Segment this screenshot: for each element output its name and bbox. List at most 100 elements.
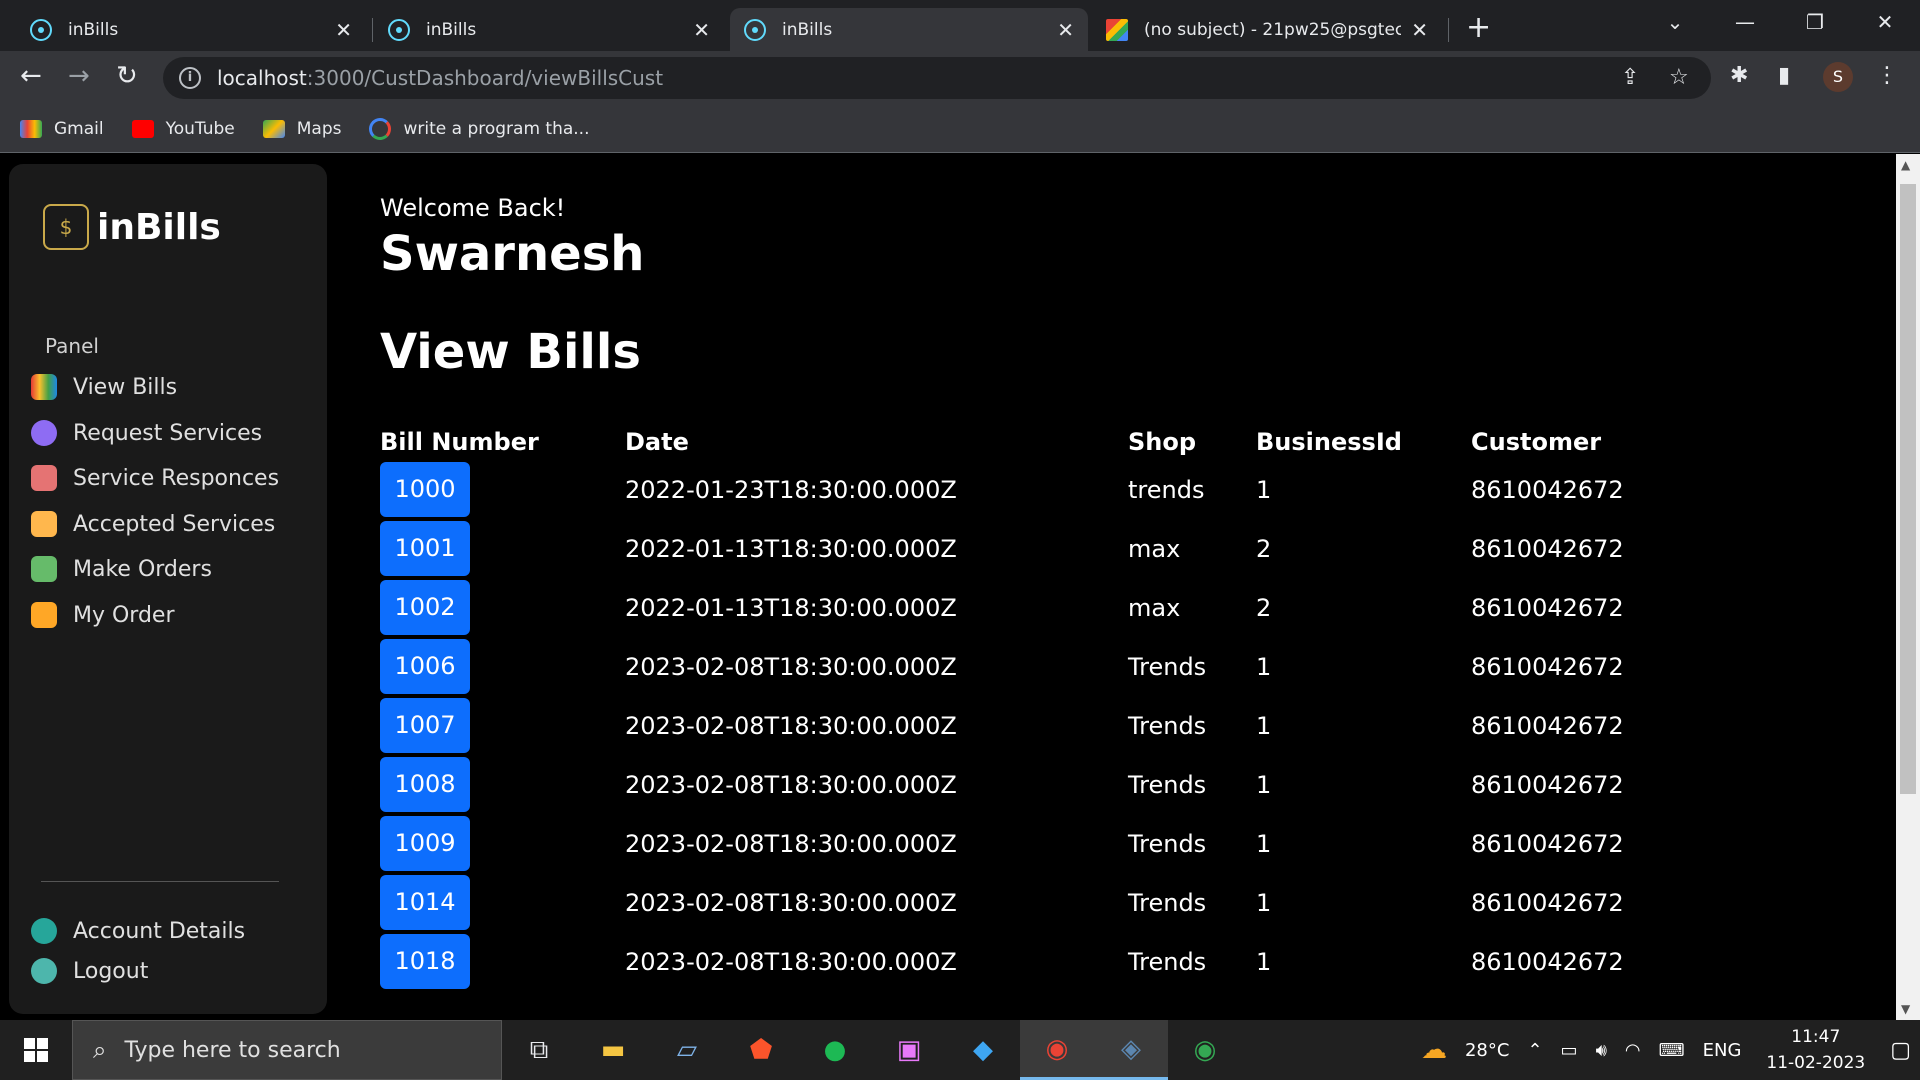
browser-tab-active[interactable]: inBills ✕ <box>730 8 1088 51</box>
window-close-icon[interactable]: ✕ <box>1850 0 1920 46</box>
bill-number-button[interactable]: 1000 <box>380 462 470 517</box>
taskbar-search[interactable]: ⌕ Type here to search <box>72 1020 502 1080</box>
mysql-workbench-icon[interactable]: ◈ <box>1094 1020 1168 1080</box>
page-scrollbar[interactable]: ▲ ▼ <box>1896 154 1920 1020</box>
bookmark-gmail[interactable]: Gmail <box>20 119 104 139</box>
scrollbar-thumb[interactable] <box>1900 184 1916 794</box>
order-icon <box>31 556 57 582</box>
close-tab-icon[interactable]: ✕ <box>693 18 710 42</box>
handshake-icon <box>31 511 57 537</box>
app-logo[interactable]: $ inBills <box>43 204 221 250</box>
table-row: 1014 2023-02-08T18:30:00.000Z Trends 1 86100… <box>380 873 1671 932</box>
customer-cell: 8610042672 <box>1471 947 1624 976</box>
scroll-up-icon[interactable]: ▲ <box>1901 158 1910 172</box>
weather-icon[interactable]: ☁ <box>1421 1035 1447 1065</box>
start-button[interactable] <box>0 1020 72 1080</box>
file-explorer-icon[interactable]: ▬ <box>576 1020 650 1080</box>
nav-logout[interactable]: Logout <box>31 958 148 984</box>
chrome-profile-icon[interactable]: ◉ <box>1168 1020 1242 1080</box>
keyboard-icon[interactable]: ⌨ <box>1659 1040 1685 1061</box>
search-icon: ⌕ <box>93 1036 107 1064</box>
bill-number-button[interactable]: 1014 <box>380 875 470 930</box>
chrome-icon[interactable]: ◉ <box>1020 1020 1094 1080</box>
vscode-icon[interactable]: ◆ <box>946 1020 1020 1080</box>
column-header: Shop <box>1128 428 1197 456</box>
back-icon[interactable]: ← <box>20 61 42 91</box>
terminal-icon[interactable]: ▣ <box>872 1020 946 1080</box>
bookmark-label: YouTube <box>165 118 235 139</box>
nav-account-details[interactable]: Account Details <box>31 918 245 944</box>
browser-tab[interactable]: (no subject) - 21pw25@psgtech.a ✕ <box>1092 8 1442 51</box>
column-header: Date <box>625 428 689 456</box>
side-panel-icon[interactable]: ▮ <box>1778 63 1790 88</box>
bill-number-button[interactable]: 1002 <box>380 580 470 635</box>
battery-icon[interactable]: ▭ <box>1561 1040 1578 1061</box>
close-tab-icon[interactable]: ✕ <box>1411 18 1428 42</box>
browser-tab[interactable]: inBills ✕ <box>374 8 724 51</box>
share-icon[interactable]: ⇪ <box>1621 65 1639 90</box>
clock[interactable]: 11:47 11-02-2023 <box>1766 1024 1865 1076</box>
business-id-cell: 1 <box>1256 711 1272 740</box>
reload-icon[interactable]: ↻ <box>116 61 138 91</box>
clock-date: 11-02-2023 <box>1766 1053 1866 1073</box>
bill-number-button[interactable]: 1018 <box>380 934 470 989</box>
bookmark-maps[interactable]: Maps <box>262 119 341 139</box>
forward-icon[interactable]: → <box>68 61 90 91</box>
nav-label: Accepted Services <box>73 511 276 537</box>
scroll-down-icon[interactable]: ▼ <box>1901 1002 1910 1016</box>
shop-cell: max <box>1128 534 1181 563</box>
language-indicator[interactable]: ENG <box>1703 1040 1742 1061</box>
laptop-app-icon[interactable]: ▱ <box>650 1020 724 1080</box>
weather-temp[interactable]: 28°C <box>1465 1040 1509 1061</box>
extensions-icon[interactable]: ✱ <box>1730 63 1748 88</box>
bill-number-button[interactable]: 1009 <box>380 816 470 871</box>
gmail-favicon-icon <box>1106 18 1128 41</box>
profile-avatar[interactable]: S <box>1823 62 1853 92</box>
close-tab-icon[interactable]: ✕ <box>335 18 352 42</box>
nav-my-order[interactable]: My Order <box>31 602 175 628</box>
task-view-icon[interactable]: ⧉ <box>502 1020 576 1080</box>
bookmark-label: Gmail <box>54 118 104 139</box>
network-icon[interactable]: ◠ <box>1625 1040 1641 1061</box>
tab-search-icon[interactable]: ⌄ <box>1640 0 1710 46</box>
nav-accepted-services[interactable]: Accepted Services <box>31 511 275 537</box>
minimize-icon[interactable]: — <box>1710 0 1780 46</box>
bill-number-cell: 1008 <box>380 755 625 814</box>
nav-service-responces[interactable]: Service Responces <box>31 465 279 491</box>
notifications-icon[interactable]: ▢ <box>1890 1038 1911 1063</box>
customer-cell: 8610042672 <box>1471 593 1624 622</box>
sidebar-divider <box>41 881 279 882</box>
business-id-cell: 1 <box>1256 475 1272 504</box>
bookmark-star-icon[interactable]: ☆ <box>1669 65 1689 90</box>
shop-cell: Trends <box>1128 711 1207 740</box>
browser-tab[interactable]: inBills ✕ <box>16 8 366 51</box>
nav-view-bills[interactable]: View Bills <box>31 374 177 400</box>
business-id-cell: 2 <box>1256 593 1272 622</box>
business-id-cell: 1 <box>1256 947 1272 976</box>
address-bar[interactable]: i localhost:3000/CustDashboard/viewBills… <box>163 57 1711 99</box>
site-info-icon[interactable]: i <box>179 67 201 89</box>
business-id-cell: 1 <box>1256 652 1272 681</box>
volume-icon[interactable]: 🔊︎ <box>1596 1040 1607 1061</box>
restore-icon[interactable]: ❐ <box>1780 0 1850 46</box>
bookmark-label: write a program tha... <box>403 118 590 139</box>
tray-overflow-icon[interactable]: ⌃ <box>1527 1040 1542 1061</box>
bookmark-google[interactable]: write a program tha... <box>369 117 590 140</box>
brave-icon[interactable]: ⬟ <box>724 1020 798 1080</box>
welcome-text: Welcome Back! <box>380 194 566 222</box>
bill-number-button[interactable]: 1001 <box>380 521 470 576</box>
table-header-row: Bill Number Date Shop BusinessId Custome… <box>380 424 1671 460</box>
bookmark-youtube[interactable]: YouTube <box>131 118 235 139</box>
spotify-icon[interactable]: ● <box>798 1020 872 1080</box>
bill-number-button[interactable]: 1008 <box>380 757 470 812</box>
bill-number-button[interactable]: 1007 <box>380 698 470 753</box>
nav-make-orders[interactable]: Make Orders <box>31 556 212 582</box>
customer-cell: 8610042672 <box>1471 475 1624 504</box>
bill-number-button[interactable]: 1006 <box>380 639 470 694</box>
menu-icon[interactable]: ⋮ <box>1876 63 1898 88</box>
window-controls: ⌄ — ❐ ✕ <box>1640 0 1920 46</box>
column-header: BusinessId <box>1256 428 1402 456</box>
new-tab-icon[interactable]: + <box>1466 10 1491 45</box>
nav-request-services[interactable]: Request Services <box>31 420 262 446</box>
close-tab-icon[interactable]: ✕ <box>1057 18 1074 42</box>
